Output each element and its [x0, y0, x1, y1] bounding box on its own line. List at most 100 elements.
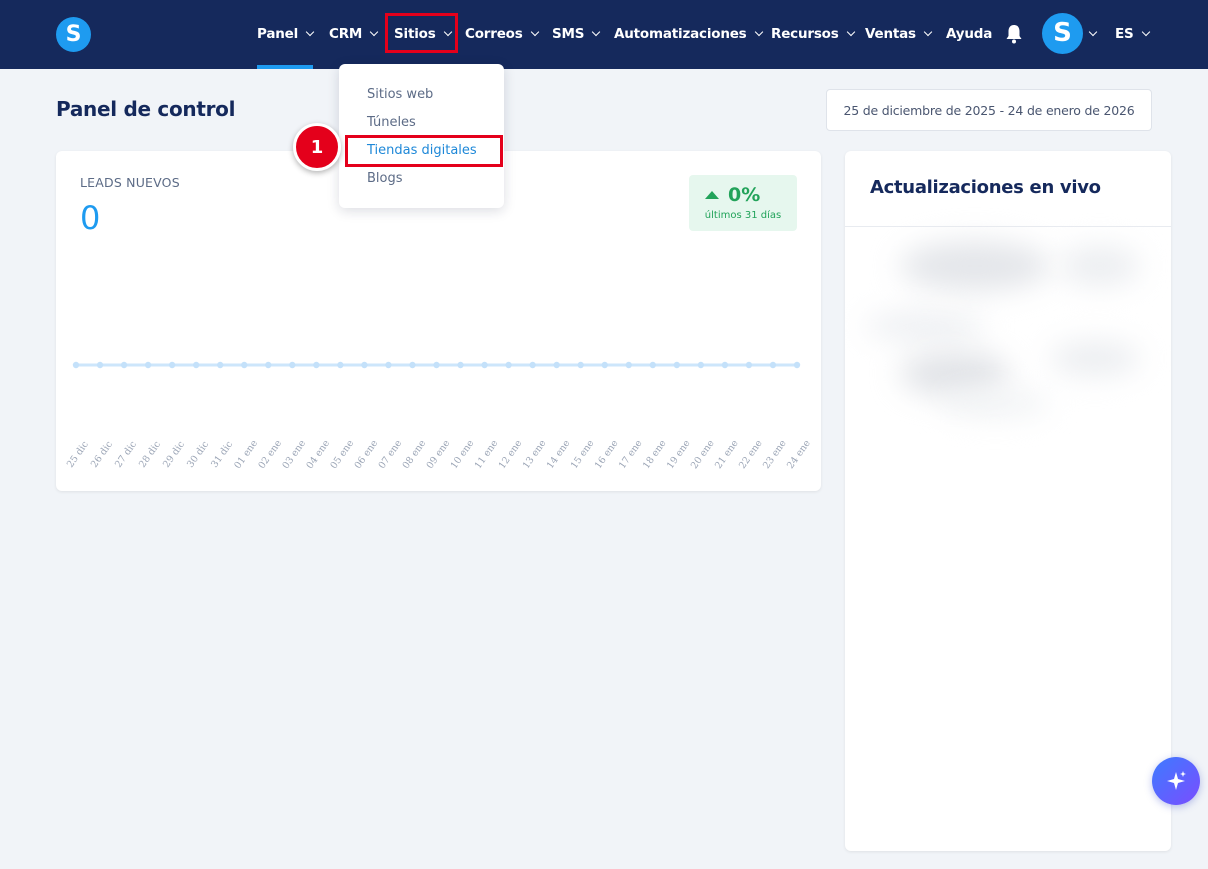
nav-item-ayuda[interactable]: Ayuda: [946, 24, 992, 44]
data-point[interactable]: [168, 361, 176, 369]
x-tick-label: 21 ene: [713, 438, 741, 471]
chevron-down-icon: [754, 27, 763, 37]
x-tick-label: 09 ene: [425, 438, 453, 471]
x-tick-label: 08 ene: [401, 438, 429, 471]
chevron-down-icon: [1088, 27, 1098, 37]
data-point[interactable]: [649, 361, 656, 369]
top-navigation: S Panel CRM Sitios Correos SMS Automatiz…: [0, 0, 1208, 69]
data-point[interactable]: [721, 361, 729, 369]
user-avatar[interactable]: S: [1042, 13, 1083, 54]
x-tick-label: 28 dic: [137, 439, 163, 470]
live-updates-title: Actualizaciones en vivo: [870, 177, 1101, 198]
data-point[interactable]: [96, 361, 104, 369]
x-tick-label: 27 dic: [113, 439, 139, 470]
nav-item-ventas[interactable]: Ventas: [865, 24, 933, 44]
data-point[interactable]: [625, 361, 632, 369]
data-point[interactable]: [289, 361, 296, 369]
app-logo[interactable]: S: [56, 17, 91, 52]
data-point[interactable]: [745, 361, 753, 369]
data-point[interactable]: [793, 361, 801, 369]
nav-item-panel[interactable]: Panel: [257, 24, 315, 44]
highlight-box-tiendas: [345, 135, 503, 167]
sparkle-icon: [1167, 771, 1186, 790]
data-point[interactable]: [72, 361, 80, 369]
x-tick-label: 25 dic: [65, 439, 91, 470]
data-point[interactable]: [192, 361, 200, 369]
language-selector[interactable]: ES: [1115, 24, 1150, 44]
blurred-content: [860, 231, 1150, 431]
data-point[interactable]: [481, 361, 488, 369]
data-point[interactable]: [385, 361, 392, 369]
x-tick-label: 26 dic: [89, 439, 115, 470]
x-tick-label: 15 ene: [569, 438, 597, 471]
bell-icon[interactable]: [1004, 23, 1024, 45]
data-point[interactable]: [601, 361, 608, 369]
ai-assistant-button[interactable]: [1152, 757, 1200, 805]
data-point[interactable]: [265, 361, 272, 369]
chevron-down-icon: [530, 27, 539, 37]
data-point[interactable]: [457, 361, 464, 369]
x-tick-label: 13 ene: [521, 438, 549, 471]
chevron-down-icon: [305, 27, 315, 37]
data-point[interactable]: [769, 361, 777, 369]
date-range-picker[interactable]: 25 de diciembre de 2025 - 24 de enero de…: [826, 89, 1152, 131]
data-point[interactable]: [577, 361, 584, 369]
avatar-chevron[interactable]: [1088, 24, 1098, 44]
x-tick-label: 22 ene: [737, 438, 765, 471]
nav-item-automatizaciones[interactable]: Automatizaciones: [614, 24, 763, 44]
data-point[interactable]: [505, 361, 512, 369]
x-tick-label: 24 ene: [785, 438, 813, 471]
x-tick-label: 02 ene: [256, 438, 284, 471]
nav-item-correos[interactable]: Correos: [465, 24, 539, 44]
chevron-down-icon: [923, 27, 933, 37]
data-point[interactable]: [697, 361, 705, 369]
x-tick-label: 20 ene: [689, 438, 717, 471]
data-point[interactable]: [217, 361, 224, 369]
menu-item-tuneles[interactable]: Túneles: [367, 115, 416, 130]
menu-item-sitios-web[interactable]: Sitios web: [367, 87, 433, 102]
x-tick-label: 29 dic: [161, 439, 187, 470]
data-point[interactable]: [361, 361, 368, 369]
nav-item-recursos[interactable]: Recursos: [771, 24, 855, 44]
x-tick-label: 11 ene: [473, 438, 501, 471]
x-tick-label: 18 ene: [641, 438, 669, 471]
data-point[interactable]: [433, 361, 440, 369]
data-point[interactable]: [553, 361, 560, 369]
chevron-down-icon: [846, 27, 855, 37]
x-tick-label: 12 ene: [497, 438, 525, 471]
page-title: Panel de control: [56, 97, 236, 121]
chevron-down-icon: [1141, 27, 1150, 37]
step-badge: 1: [293, 123, 341, 171]
x-tick-label: 16 ene: [593, 438, 621, 471]
x-tick-label: 23 ene: [761, 438, 789, 471]
highlight-box-sitios: [385, 13, 458, 53]
data-point[interactable]: [673, 361, 681, 369]
nav-item-sms[interactable]: SMS: [552, 24, 601, 44]
x-tick-label: 07 ene: [377, 438, 405, 471]
x-tick-label: 19 ene: [665, 438, 693, 471]
x-tick-label: 10 ene: [449, 438, 477, 471]
x-tick-label: 14 ene: [545, 438, 573, 471]
data-point[interactable]: [337, 361, 344, 369]
data-point[interactable]: [120, 361, 128, 369]
x-tick-label: 17 ene: [617, 438, 645, 471]
x-tick-label: 03 ene: [280, 438, 308, 471]
x-tick-label: 05 ene: [328, 438, 356, 471]
divider: [845, 226, 1171, 227]
nav-item-crm[interactable]: CRM: [329, 24, 379, 44]
data-point[interactable]: [529, 361, 536, 369]
data-point[interactable]: [313, 361, 320, 369]
data-point[interactable]: [409, 361, 416, 369]
x-tick-label: 30 dic: [185, 439, 211, 470]
x-tick-label: 01 ene: [232, 438, 260, 471]
x-tick-label: 04 ene: [304, 438, 332, 471]
chevron-down-icon: [592, 27, 601, 37]
live-updates-card: Actualizaciones en vivo: [845, 151, 1171, 851]
x-tick-label: 06 ene: [353, 438, 381, 471]
x-tick-label: 31 dic: [209, 439, 235, 470]
chevron-down-icon: [369, 27, 379, 37]
active-nav-indicator: [257, 65, 313, 69]
menu-item-blogs[interactable]: Blogs: [367, 171, 403, 186]
data-point[interactable]: [144, 361, 152, 369]
data-point[interactable]: [241, 361, 248, 369]
